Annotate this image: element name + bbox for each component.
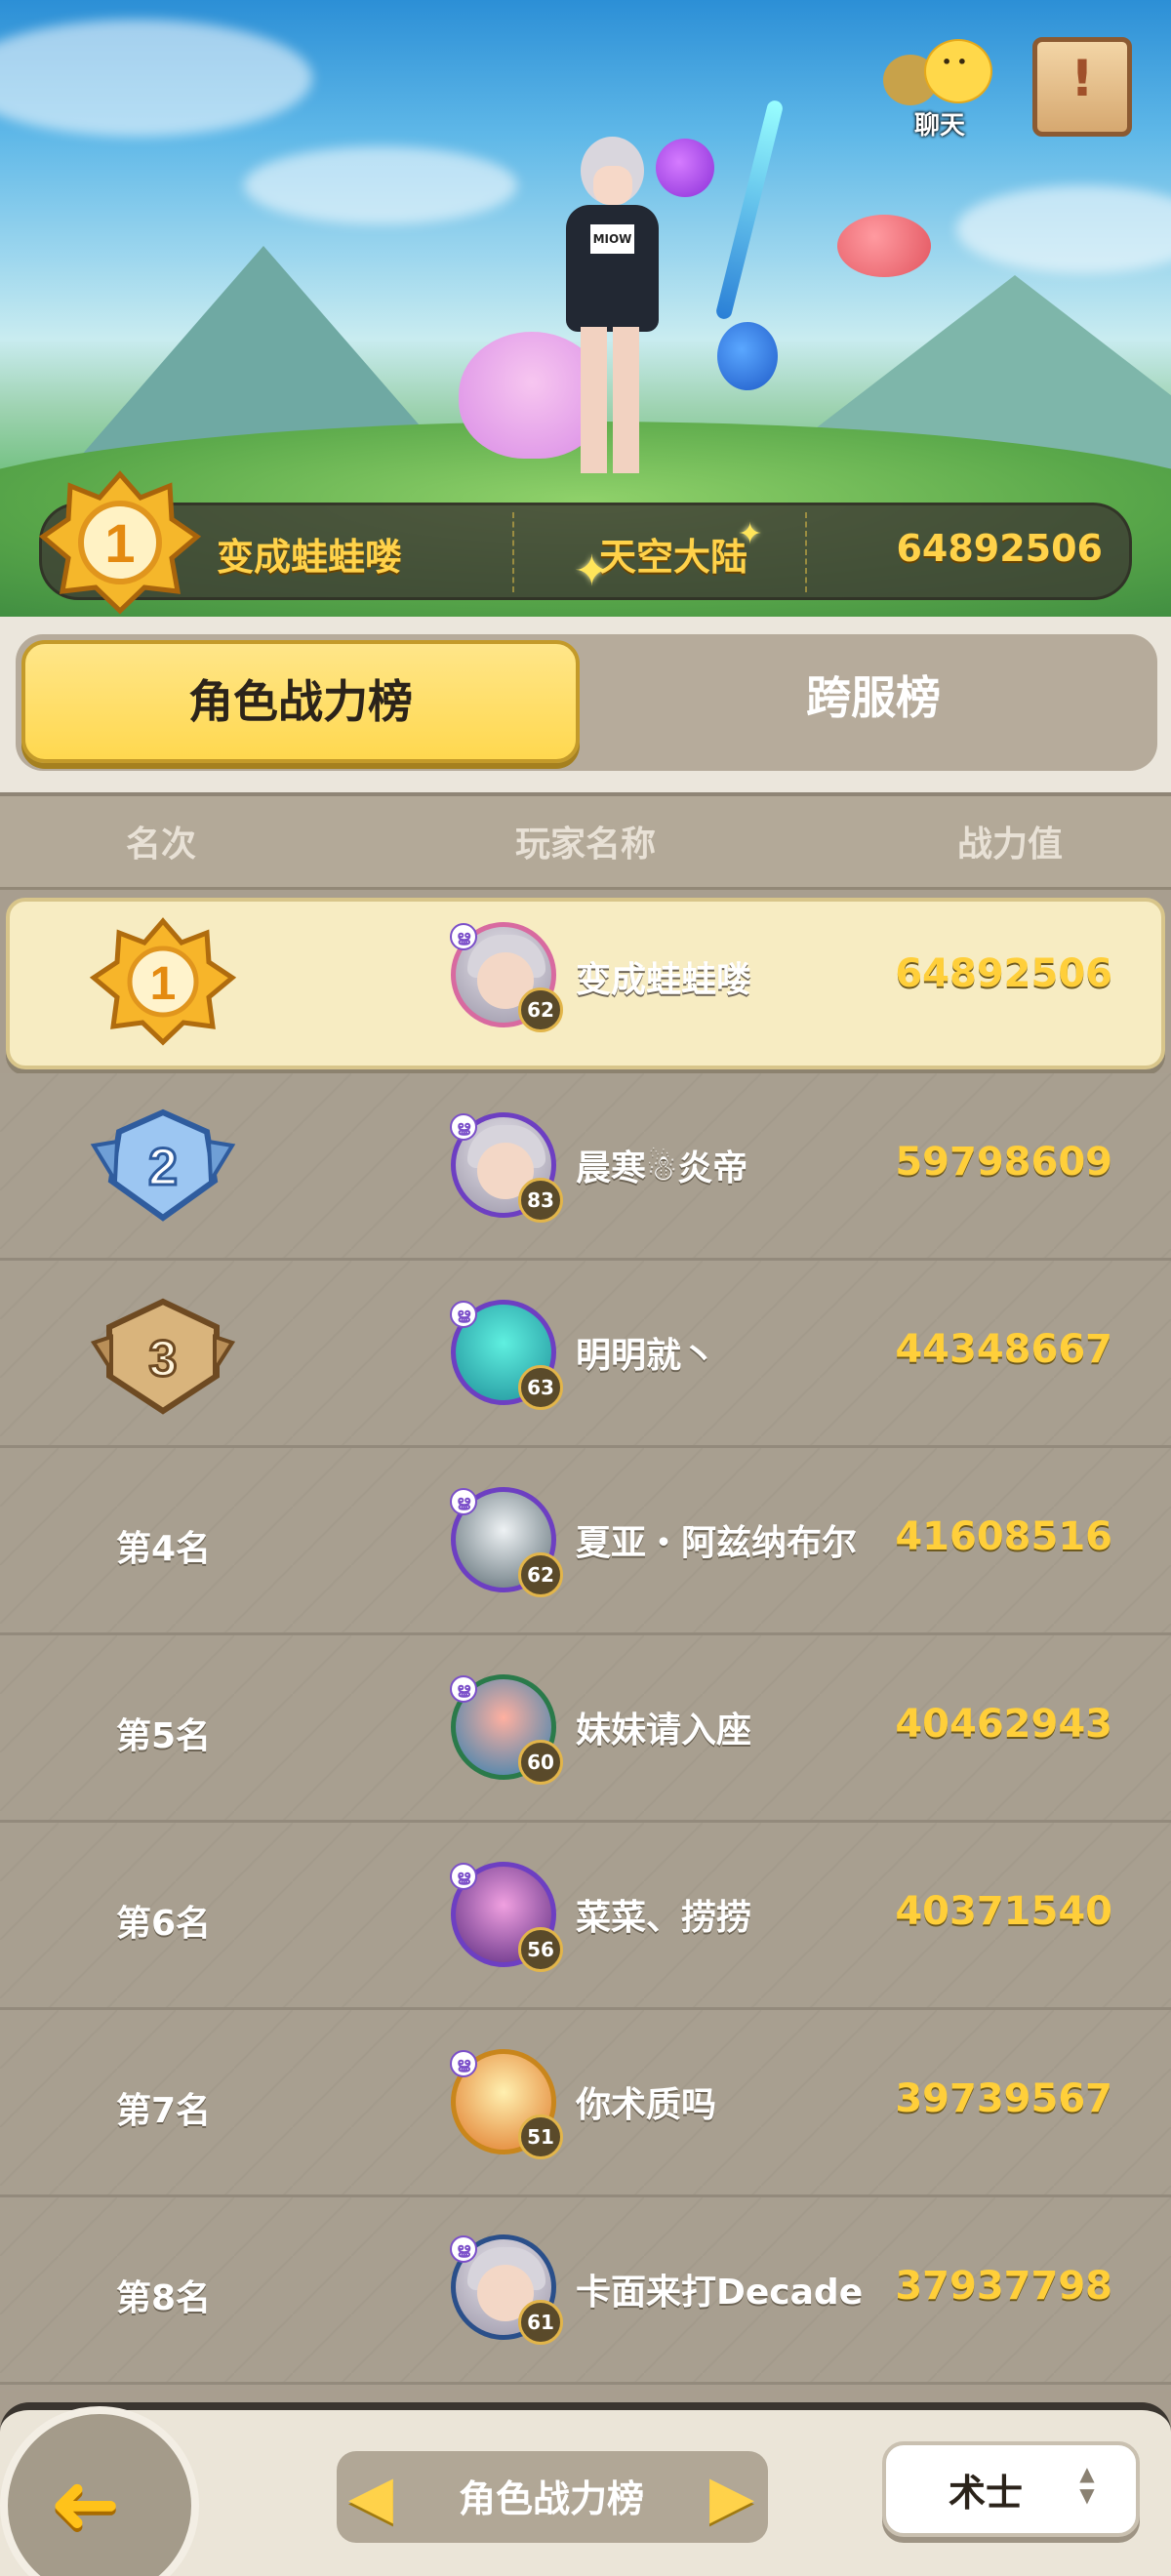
power-value: 59798609 [895, 1140, 1112, 1185]
board-switcher-label: 角色战力榜 [458, 2477, 644, 2520]
player-name: 菜菜、捞捞 [576, 1898, 752, 1938]
blue-pet [717, 322, 778, 390]
power-value: 41608516 [895, 1514, 1112, 1559]
vip-icon: ൠ [450, 1863, 477, 1890]
header-power: 战力值 [956, 825, 1063, 865]
rank-label: 第7名 [115, 2091, 212, 2131]
dropdown-caret-icon: ▲ ▼ [1079, 2462, 1095, 2507]
level-badge: 62 [518, 1552, 563, 1597]
avatar[interactable]: ൠ 83 [450, 1112, 563, 1223]
player-name: 妹妹请入座 [576, 1711, 752, 1751]
power-value: 44348667 [895, 1327, 1112, 1372]
power-value: 64892506 [895, 951, 1112, 996]
back-arrow-icon: ➜ [49, 2453, 121, 2554]
level-badge: 60 [518, 1740, 563, 1785]
chat-face-icon [924, 39, 992, 103]
chat-label: 聊天 [913, 111, 965, 141]
level-badge: 62 [518, 987, 563, 1032]
champion-power: 64892506 [896, 527, 1103, 570]
avatar[interactable]: ൠ 60 [450, 1674, 563, 1785]
character-shirt-text: MIOW [590, 224, 634, 254]
balloon-pet [837, 215, 931, 277]
level-badge: 56 [518, 1927, 563, 1972]
sparkle-icon: ✦ [738, 517, 763, 551]
player-name: 夏亚・阿兹纳布尔 [576, 1523, 858, 1563]
power-value: 39739567 [895, 2076, 1112, 2121]
vip-icon: ൠ [450, 1488, 477, 1515]
avatar[interactable]: ൠ 62 [450, 1487, 563, 1597]
vip-icon: ൠ [450, 1301, 477, 1328]
rank-number: 3 [149, 1331, 178, 1388]
tab-label: 跨服榜 [806, 671, 941, 724]
player-name: 晨寒☃炎帝 [576, 1148, 748, 1188]
cloud [244, 146, 517, 224]
vip-icon: ൠ [450, 1675, 477, 1703]
level-badge: 83 [518, 1178, 563, 1223]
notice-button[interactable]: ! [1032, 37, 1132, 137]
chat-button[interactable]: 聊天 [883, 35, 1000, 141]
vip-icon: ൠ [450, 923, 477, 950]
gold-rank-badge: 1 [90, 917, 236, 1046]
rank-label: 第6名 [115, 1904, 212, 1944]
tab-cross-server[interactable]: 跨服榜 [595, 640, 1151, 763]
player-name: 变成蛙蛙喽 [576, 960, 752, 1000]
power-value: 37937798 [895, 2264, 1112, 2309]
bronze-rank-badge: 3 [90, 1298, 236, 1415]
avatar[interactable]: ൠ 56 [450, 1862, 563, 1972]
header-player-name: 玩家名称 [514, 825, 656, 865]
avatar[interactable]: ൠ 62 [450, 922, 563, 1032]
exclamation-icon: ! [1070, 50, 1094, 108]
character-face [593, 166, 632, 205]
avatar[interactable]: ൠ 61 [450, 2234, 563, 2345]
player-name: 卡面来打Decade [576, 2273, 864, 2313]
rank-label: 第8名 [115, 2278, 212, 2318]
tab-character-power[interactable]: 角色战力榜 [21, 640, 580, 763]
level-badge: 63 [518, 1365, 563, 1410]
vip-icon: ൠ [450, 1113, 477, 1141]
vip-icon: ൠ [450, 2050, 477, 2077]
divider [512, 512, 514, 592]
player-name: 明明就丶 [576, 1336, 717, 1376]
rank-label: 第4名 [115, 1529, 212, 1569]
power-value: 40371540 [895, 1889, 1112, 1934]
level-badge: 61 [518, 2300, 563, 2345]
character-legs [581, 327, 639, 473]
class-dropdown-value: 术士 [948, 2472, 1023, 2515]
avatar[interactable]: ൠ 63 [450, 1300, 563, 1410]
vip-icon: ൠ [450, 2235, 477, 2263]
sparkle-icon: ✦ [574, 546, 610, 596]
avatar[interactable]: ൠ 51 [450, 2049, 563, 2159]
header-rank: 名次 [125, 825, 196, 865]
cloud [0, 20, 312, 137]
cloud [956, 185, 1171, 273]
silver-rank-badge: 2 [90, 1108, 236, 1222]
gold-rank-1-badge: 1 [38, 470, 202, 615]
player-character[interactable]: MIOW [546, 107, 673, 488]
rank-number: 2 [148, 1138, 178, 1196]
switch-next-icon[interactable]: ▶ [707, 2463, 756, 2531]
champion-name: 变成蛙蛙喽 [217, 536, 403, 579]
rank-number: 1 [150, 958, 177, 1010]
player-name: 你术质吗 [576, 2085, 717, 2125]
tab-label: 角色战力榜 [188, 675, 413, 728]
power-value: 40462943 [895, 1702, 1112, 1747]
rank-label: 第5名 [115, 1716, 212, 1756]
divider [805, 512, 807, 592]
champion-rank: 1 [104, 512, 135, 574]
level-badge: 51 [518, 2114, 563, 2159]
switch-prev-icon[interactable]: ◀ [346, 2463, 395, 2531]
